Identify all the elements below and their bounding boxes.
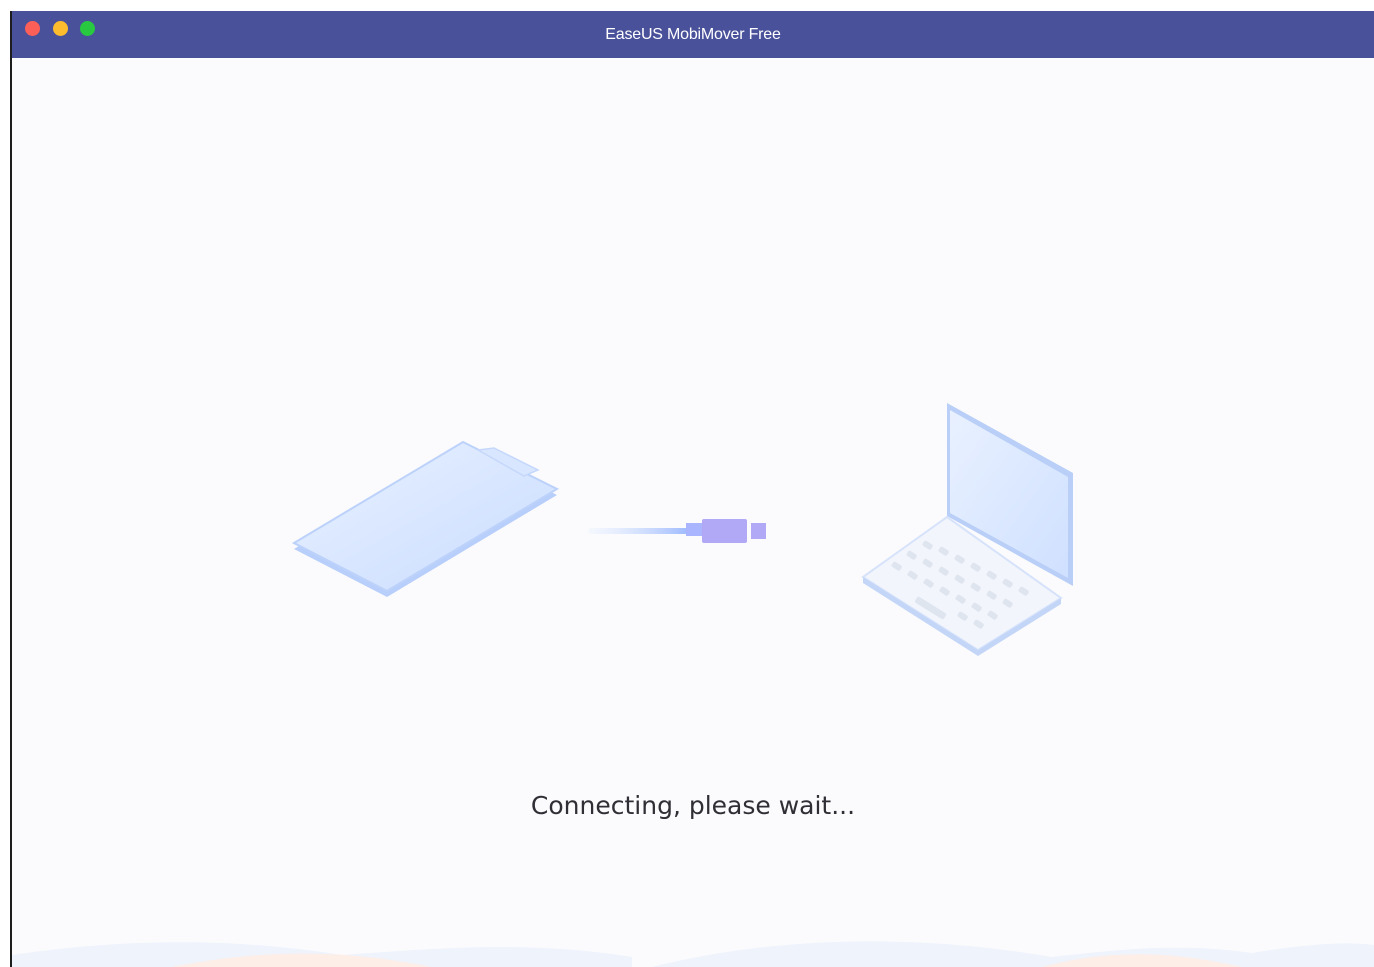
connection-illustration xyxy=(291,403,1073,656)
window-title: EaseUS MobiMover Free xyxy=(605,26,781,43)
connection-screen: Connecting, please wait... xyxy=(12,58,1374,967)
connection-status-text: Connecting, please wait... xyxy=(530,791,856,820)
app-window: EaseUS MobiMover Free Connecting, please… xyxy=(10,11,1374,967)
laptop-icon xyxy=(861,403,1073,656)
title-bar[interactable]: EaseUS MobiMover Free xyxy=(12,11,1374,58)
usb-cable-icon xyxy=(588,519,766,543)
phone-icon xyxy=(291,440,560,597)
decorative-waves xyxy=(12,941,1374,967)
